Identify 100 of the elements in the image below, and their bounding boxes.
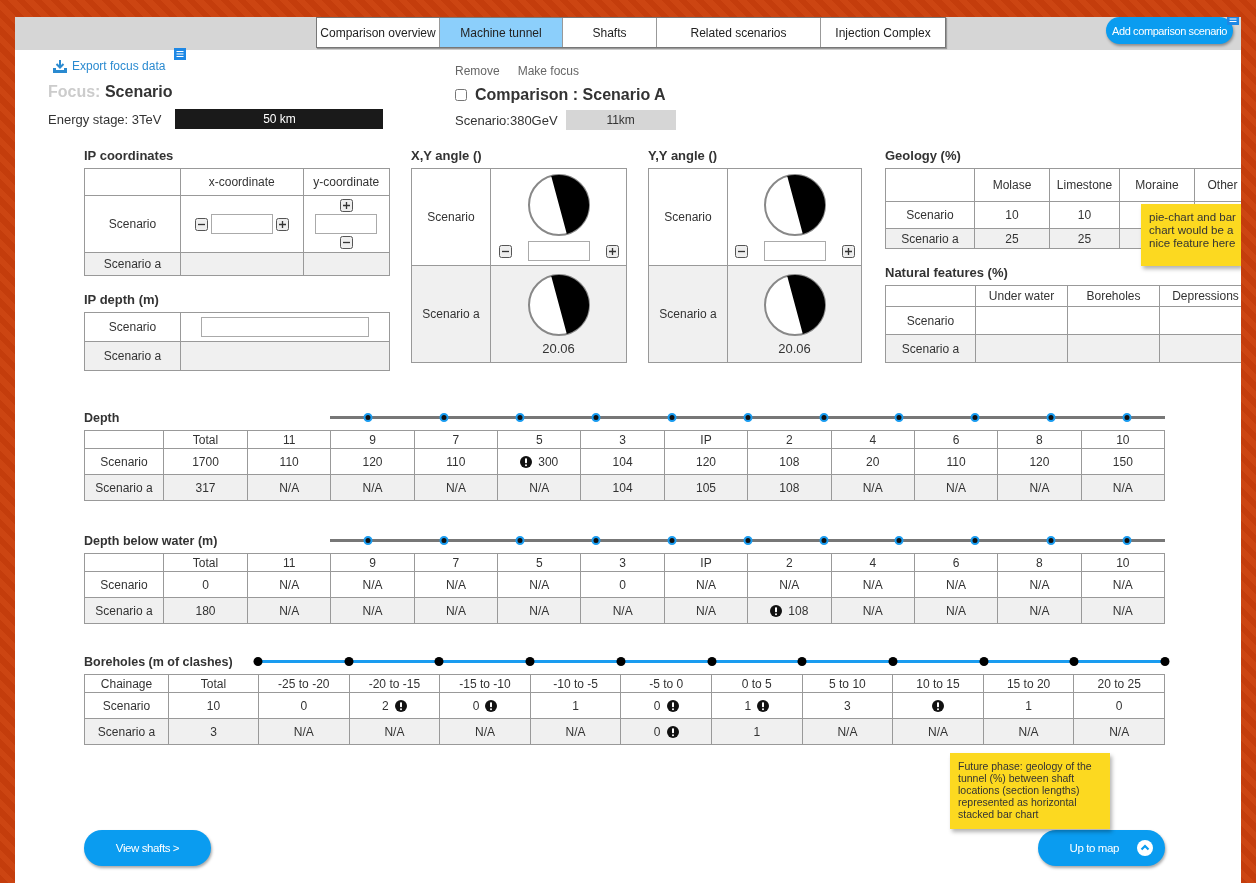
- table-cell: N/A: [414, 475, 499, 501]
- energy-stage-text: Energy stage: 3TeV: [48, 111, 162, 127]
- plus-icon[interactable]: [275, 217, 289, 231]
- table-cell: 1: [712, 719, 803, 745]
- column-header: 4: [831, 554, 915, 572]
- input-field[interactable]: [315, 214, 378, 234]
- row-header: Scenario: [885, 306, 976, 335]
- section-title: X,Y angle (): [411, 148, 483, 162]
- section-title: Depth below water (m): [84, 534, 219, 548]
- input-field[interactable]: [210, 214, 273, 234]
- input-field[interactable]: [763, 241, 826, 261]
- cell-value: 108: [788, 603, 809, 618]
- column-header: IP: [664, 431, 749, 449]
- focus-name: Scenario: [104, 83, 173, 100]
- minus-icon[interactable]: [734, 244, 748, 258]
- length-bar: 11km: [565, 110, 676, 130]
- table-cell: N/A: [248, 598, 332, 624]
- tab[interactable]: Comparison overview: [317, 18, 440, 47]
- row-header: Scenario: [84, 195, 181, 253]
- table-cell: 105: [664, 475, 749, 501]
- angle-dial-icon: [762, 272, 827, 337]
- column-header: 20 to 25: [1074, 675, 1165, 693]
- table-cell: 108: [748, 475, 832, 501]
- column-header: 10 to 15: [893, 675, 984, 693]
- column-header: Total: [169, 675, 259, 693]
- angle-dial-icon: [526, 173, 591, 237]
- table-cell: N/A: [259, 719, 350, 745]
- column-header: 5 to 10: [802, 675, 894, 693]
- table-cell: N/A: [1074, 719, 1165, 745]
- column-header: -10 to -5: [530, 675, 622, 693]
- angle-value: 20.06: [542, 340, 575, 356]
- row-header: Scenario: [84, 312, 181, 342]
- table-cell: N/A: [914, 598, 999, 624]
- row-header: Scenario a: [85, 475, 164, 501]
- row-header: Scenario a: [84, 341, 181, 371]
- table-cell: 10: [974, 201, 1050, 229]
- column-header: 6: [914, 431, 999, 449]
- table-cell: N/A: [440, 719, 531, 745]
- column-header: 3: [581, 554, 665, 572]
- table-cell: N/A: [664, 598, 749, 624]
- table-cell: N/A: [414, 598, 499, 624]
- column-header: x-coordinate: [180, 168, 303, 196]
- section-title: Natural features (%): [885, 265, 1009, 279]
- minus-icon[interactable]: [498, 244, 512, 258]
- tab[interactable]: Shafts: [563, 18, 657, 47]
- tab[interactable]: Injection Complex: [821, 18, 945, 47]
- column-header: Molase: [974, 168, 1050, 202]
- column-header: y-coordinate: [303, 168, 390, 196]
- export-link[interactable]: Export focus data: [72, 59, 166, 73]
- column-header: 4: [831, 431, 915, 449]
- scenario-text: Scenario:380GeV: [455, 112, 558, 128]
- column-header: 15 to 20: [983, 675, 1075, 693]
- menu-icon[interactable]: [174, 48, 186, 60]
- sticky-note: pie-chart and bar chart would be a nice feature here: [1141, 204, 1241, 266]
- column-header: 10: [1081, 431, 1165, 449]
- action-link[interactable]: Remove: [455, 64, 500, 78]
- table-cell: 317: [164, 475, 248, 501]
- column-header: 5: [498, 431, 582, 449]
- tab[interactable]: Machine tunnel: [440, 18, 563, 47]
- column-header: -20 to -15: [349, 675, 441, 693]
- table-cell: N/A: [349, 719, 441, 745]
- column-header: -5 to 0: [621, 675, 712, 693]
- table-cell: N/A: [331, 598, 415, 624]
- section-title: Boreholes (m of clashes): [84, 655, 234, 669]
- row-header: Scenario a: [85, 719, 169, 745]
- table-cell: N/A: [983, 719, 1075, 745]
- column-header: Total: [164, 554, 248, 572]
- table-cell: N/A: [998, 475, 1082, 501]
- row-header: Scenario: [885, 201, 975, 229]
- plus-icon[interactable]: [605, 244, 619, 258]
- angle-dial-icon: [526, 272, 591, 337]
- column-header: 11: [248, 554, 332, 572]
- table-cell: 25: [1049, 228, 1120, 249]
- cell-value: 300: [538, 454, 559, 469]
- action-link[interactable]: Make focus: [517, 64, 580, 78]
- column-header: Other: [1194, 168, 1241, 202]
- column-header: Limestone: [1049, 168, 1120, 202]
- column-header: 9: [331, 554, 415, 572]
- minus-icon[interactable]: [194, 217, 208, 231]
- row-header: Scenario a: [648, 265, 728, 363]
- table-cell: 10: [1049, 201, 1120, 229]
- input-field[interactable]: [201, 317, 369, 337]
- plus-icon[interactable]: [339, 199, 353, 212]
- input-field[interactable]: [527, 241, 590, 261]
- cell-value: 0: [653, 724, 661, 739]
- column-header: Boreholes: [1067, 285, 1160, 307]
- column-header: 3: [581, 431, 665, 449]
- minus-icon[interactable]: [339, 236, 353, 249]
- table-cell: N/A: [1081, 598, 1165, 624]
- column-header: 7: [414, 554, 499, 572]
- table-cell: N/A: [581, 598, 665, 624]
- column-header: -15 to -10: [440, 675, 531, 693]
- row-header: Scenario: [411, 168, 491, 266]
- column-header: 10: [1081, 554, 1165, 572]
- checkbox[interactable]: [455, 89, 467, 101]
- column-header: 8: [998, 431, 1082, 449]
- table-cell: N/A: [914, 475, 999, 501]
- tab[interactable]: Related scenarios: [657, 18, 821, 47]
- column-header: 8: [998, 554, 1082, 572]
- plus-icon[interactable]: [841, 244, 855, 258]
